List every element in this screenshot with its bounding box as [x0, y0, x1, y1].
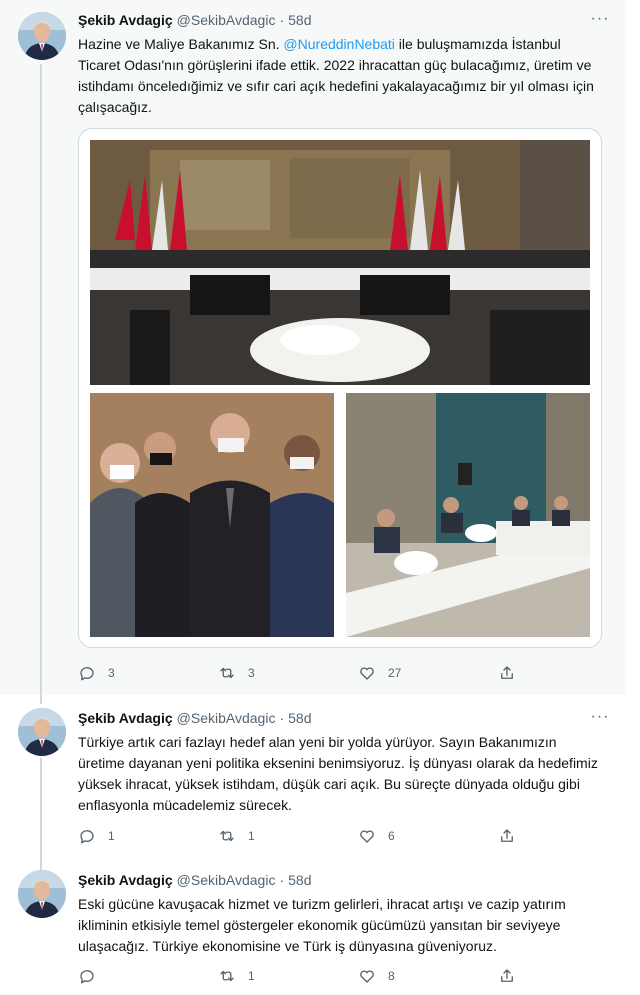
tweet-header: Şekib Avdagiç @SekibAvdagic · 58d — [78, 10, 312, 30]
tweet-3[interactable]: Şekib Avdagiç @SekibAvdagic · 58d Eski g… — [0, 862, 625, 995]
masked-officials-photo[interactable] — [90, 393, 334, 637]
reply-count: 1 — [108, 829, 115, 843]
tweet-header: Şekib Avdagiç @SekibAvdagic · 58d — [78, 870, 312, 890]
share-button[interactable] — [498, 663, 518, 683]
like-button[interactable]: 8 — [358, 966, 498, 986]
mention-link[interactable]: @NureddinNebati — [283, 36, 395, 52]
retweet-button[interactable]: 1 — [218, 826, 358, 846]
author-handle[interactable]: @SekibAvdagic — [177, 872, 276, 888]
retweet-button[interactable]: 3 — [218, 663, 358, 683]
media-grid — [78, 128, 602, 648]
tweet-header: Şekib Avdagiç @SekibAvdagic · 58d — [78, 708, 312, 728]
share-icon — [501, 829, 513, 842]
more-icon[interactable]: ··· — [589, 709, 611, 728]
thread-line — [40, 758, 42, 870]
retweet-button[interactable]: 1 — [218, 966, 358, 986]
heart-icon — [360, 830, 374, 843]
author-name[interactable]: Şekib Avdagiç — [78, 12, 173, 28]
tweet-2[interactable]: Şekib Avdagiç @SekibAvdagic · 58d ··· Tü… — [0, 700, 625, 870]
separator: · — [279, 710, 285, 726]
timestamp[interactable]: 58d — [288, 710, 311, 726]
thread-line — [40, 64, 42, 704]
reply-button[interactable]: 1 — [78, 826, 218, 846]
author-handle[interactable]: @SekibAvdagic — [177, 710, 276, 726]
author-handle[interactable]: @SekibAvdagic — [177, 12, 276, 28]
more-icon[interactable]: ··· — [589, 11, 611, 30]
retweet-count: 1 — [248, 829, 255, 843]
author-name[interactable]: Şekib Avdagiç — [78, 872, 173, 888]
reply-icon — [80, 830, 94, 844]
reply-button[interactable]: 3 — [78, 663, 218, 683]
tweet-text: Eski gücüne kavuşacak hizmet ve turizm g… — [78, 896, 566, 954]
separator: · — [279, 12, 285, 28]
share-button[interactable] — [498, 966, 518, 986]
tweet-actions: 1 1 6 — [78, 826, 518, 846]
retweet-count: 3 — [248, 666, 255, 680]
reply-icon — [80, 970, 94, 984]
like-button[interactable]: 27 — [358, 663, 498, 683]
tweet-text: Türkiye artık cari fazlayı hedef alan ye… — [78, 734, 598, 813]
like-count: 6 — [388, 829, 395, 843]
tweet-actions: 3 3 27 — [78, 663, 518, 683]
retweet-icon — [220, 667, 234, 679]
tweet-text-part: Hazine ve Maliye Bakanımız Sn. — [78, 36, 284, 52]
share-icon — [501, 666, 513, 679]
like-button[interactable]: 6 — [358, 826, 498, 846]
reply-icon — [80, 667, 94, 681]
heart-icon — [360, 667, 374, 680]
avatar[interactable] — [18, 12, 66, 60]
heart-icon — [360, 970, 374, 983]
timestamp[interactable]: 58d — [288, 872, 311, 888]
retweet-icon — [220, 970, 234, 982]
share-icon — [501, 969, 513, 982]
tweet-actions: 1 8 — [78, 966, 518, 986]
retweet-icon — [220, 830, 234, 842]
avatar[interactable] — [18, 870, 66, 918]
separator: · — [279, 872, 285, 888]
author-name[interactable]: Şekib Avdagiç — [78, 710, 173, 726]
reply-count: 3 — [108, 666, 115, 680]
avatar[interactable] — [18, 708, 66, 756]
retweet-count: 1 — [248, 969, 255, 983]
reply-button[interactable] — [78, 966, 218, 986]
like-count: 8 — [388, 969, 395, 983]
meeting-hall-photo[interactable] — [90, 140, 590, 385]
tweet-text: Hazine ve Maliye Bakanımız Sn. @Nureddin… — [78, 34, 603, 118]
like-count: 27 — [388, 666, 402, 680]
share-button[interactable] — [498, 826, 518, 846]
timestamp[interactable]: 58d — [288, 12, 311, 28]
meeting-room-photo[interactable] — [346, 393, 590, 637]
tweet-1[interactable]: Şekib Avdagiç @SekibAvdagic · 58d ··· Ha… — [0, 0, 625, 704]
